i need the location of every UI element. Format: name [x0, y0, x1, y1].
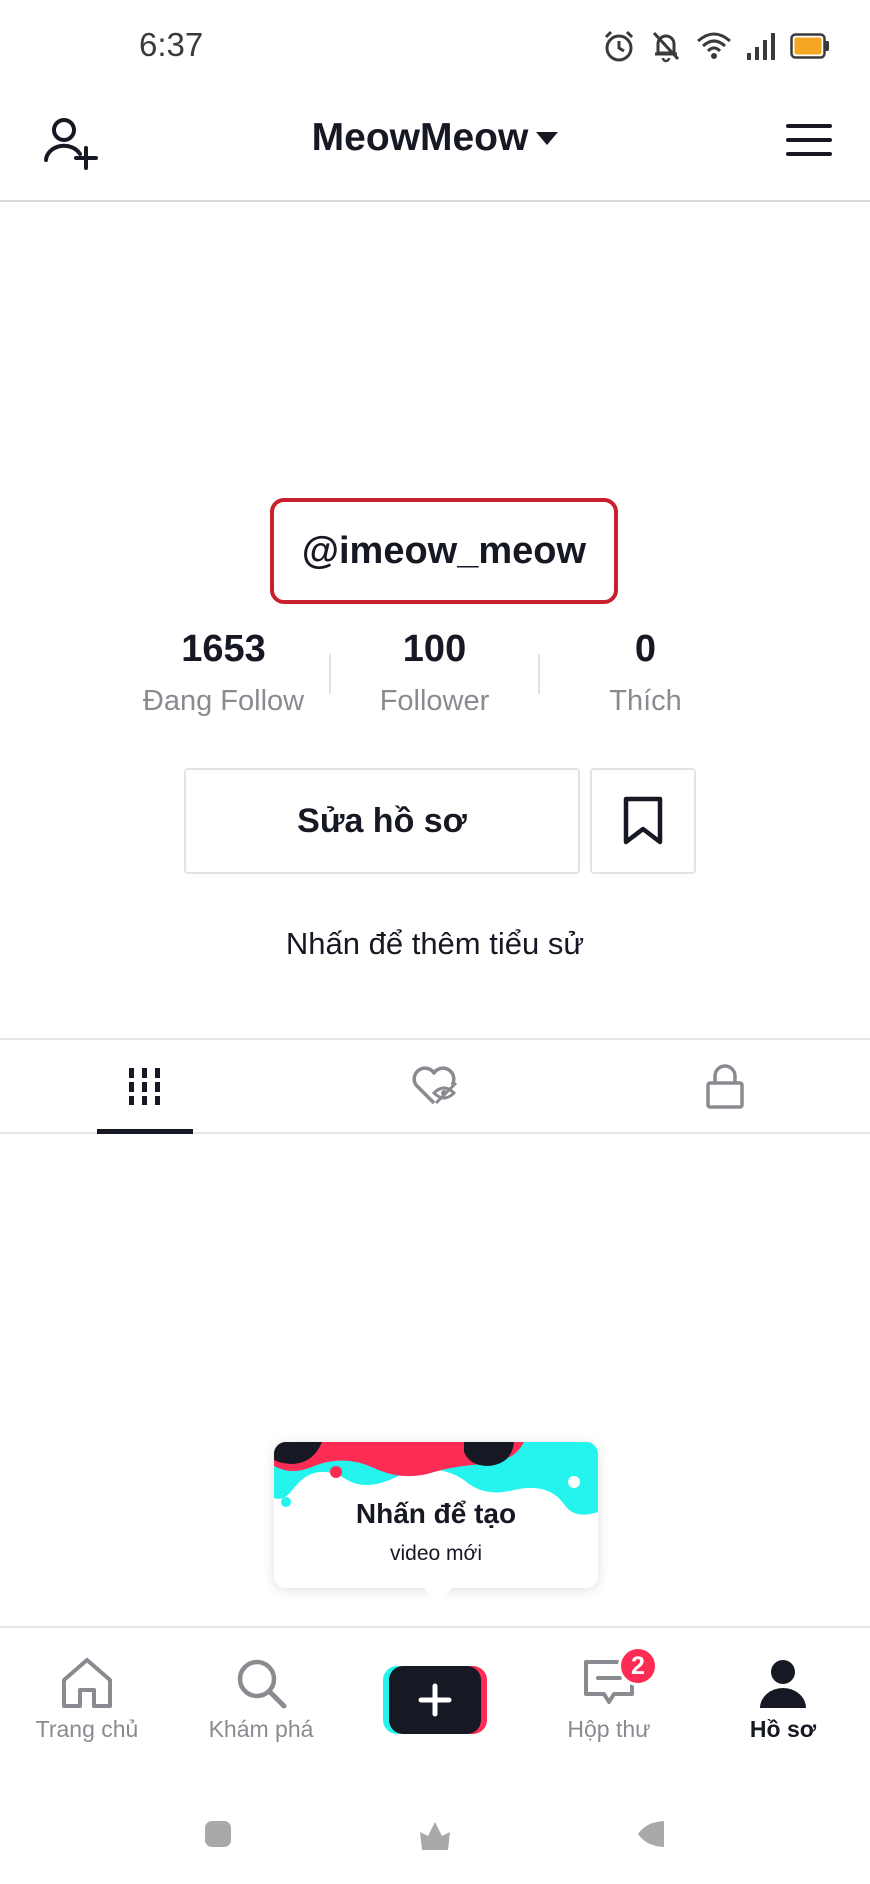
account-name: MeowMeow [311, 116, 529, 159]
tab-active-indicator [97, 1129, 193, 1134]
tooltip-pointer [424, 1588, 452, 1602]
stat-likes[interactable]: 0 Thích [540, 620, 751, 730]
home-system-icon[interactable] [418, 1820, 452, 1852]
nav-label: Trang chủ [35, 1716, 139, 1742]
hamburger-menu-icon-bar [786, 152, 832, 156]
nav-discover[interactable]: Khám phá [174, 1628, 348, 1756]
create-button[interactable] [383, 1666, 487, 1734]
status-icons [602, 26, 830, 66]
username-highlight: @imeow_meow [270, 498, 618, 604]
stat-value: 0 [634, 628, 657, 670]
status-time: 6:37 [139, 26, 204, 63]
stat-value: 1653 [181, 628, 266, 670]
tooltip-subtitle: video mới [390, 1542, 482, 1565]
profile-stats: 1653 Đang Follow 100 Follower 0 Thích [118, 620, 752, 730]
bell-off-icon [652, 31, 680, 63]
bookmark-icon [623, 796, 663, 845]
bottom-navigation: Trang chủ Khám phá 2 Hộp thư Hồ sơ [0, 1626, 870, 1756]
nav-inbox[interactable]: 2 Hộp thư [522, 1628, 696, 1756]
lock-icon [706, 1064, 744, 1109]
edit-profile-button[interactable]: Sửa hồ sơ [184, 768, 580, 874]
bookmarks-button[interactable] [590, 768, 696, 874]
nav-label: Khám phá [208, 1716, 314, 1742]
search-icon [237, 1659, 287, 1709]
nav-profile[interactable]: Hồ sơ [696, 1628, 870, 1756]
alarm-icon [604, 30, 634, 62]
battery-icon [790, 33, 829, 59]
hamburger-menu-icon-bar [786, 138, 832, 142]
account-switcher[interactable]: MeowMeow [0, 116, 870, 160]
back-icon[interactable] [636, 1820, 666, 1848]
stat-label: Đang Follow [142, 685, 305, 717]
profile-icon [760, 1660, 806, 1708]
nav-home[interactable]: Trang chủ [0, 1628, 174, 1756]
username: @imeow_meow [301, 529, 587, 572]
tab-liked[interactable] [290, 1040, 580, 1132]
tab-private[interactable] [580, 1040, 870, 1132]
nav-label: Hộp thư [567, 1716, 651, 1742]
recent-apps-icon[interactable] [204, 1820, 232, 1848]
tooltip-title: Nhấn để tạo [355, 1498, 517, 1529]
home-icon [62, 1658, 112, 1708]
stat-divider [329, 654, 331, 694]
liked-hidden-icon [412, 1066, 458, 1105]
create-plus-icon [389, 1666, 481, 1734]
system-navigation [0, 1790, 870, 1884]
signal-icon [747, 33, 775, 60]
hamburger-menu-icon [786, 124, 832, 128]
nav-create[interactable] [348, 1628, 522, 1756]
tab-videos[interactable] [0, 1040, 290, 1134]
status-bar: 6:37 [0, 0, 870, 92]
stat-value: 100 [402, 628, 467, 670]
stat-label: Thích [609, 685, 682, 717]
create-video-tooltip[interactable]: Nhấn để tạo video mới [274, 1442, 598, 1602]
stat-followers[interactable]: 100 Follower [329, 620, 540, 730]
caret-down-icon [536, 131, 559, 145]
profile-header: MeowMeow [0, 92, 870, 202]
stat-following[interactable]: 1653 Đang Follow [118, 620, 329, 730]
add-bio-link[interactable]: Nhấn để thêm tiểu sử [0, 926, 870, 962]
nav-label: Hồ sơ [749, 1716, 817, 1742]
inbox-badge: 2 [618, 1646, 658, 1686]
profile-tabs [0, 1038, 870, 1134]
stat-label: Follower [379, 685, 490, 717]
menu-button[interactable] [786, 120, 834, 160]
videos-grid-icon [129, 1068, 160, 1105]
wifi-icon [697, 32, 731, 59]
